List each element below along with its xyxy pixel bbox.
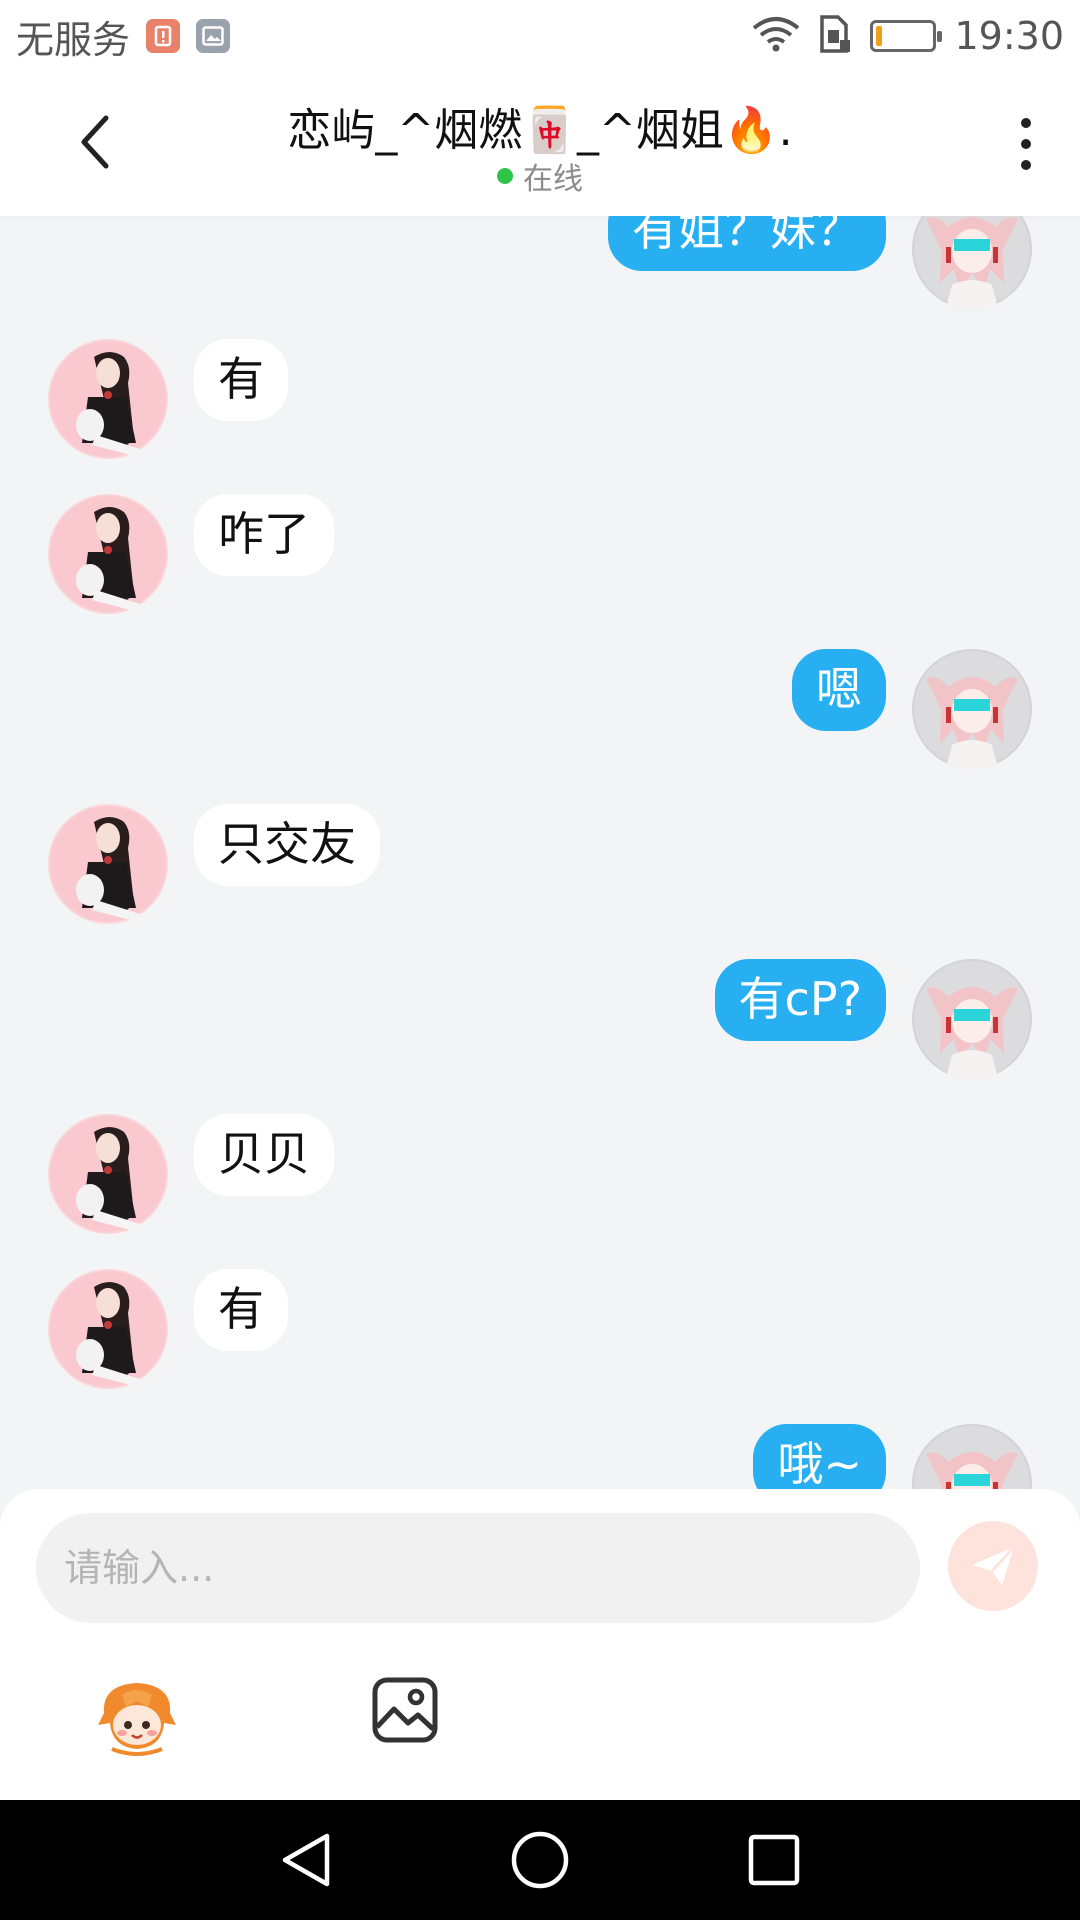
message-bubble[interactable]: 有姐？妹？ [608, 216, 886, 271]
my-avatar[interactable] [912, 1424, 1032, 1489]
status-time: 19:30 [954, 14, 1064, 58]
contact-avatar[interactable] [48, 494, 168, 614]
message-incoming: 有 [48, 1269, 288, 1389]
contact-name: 恋屿_^烟燃🀄_^烟姐🔥. [287, 105, 793, 156]
system-navigation-bar [0, 1800, 1080, 1920]
message-bubble[interactable]: 有 [194, 339, 288, 421]
message-bubble[interactable]: 嗯 [792, 649, 886, 731]
send-button[interactable] [948, 1521, 1038, 1611]
contact-avatar[interactable] [48, 339, 168, 459]
message-incoming: 咋了 [48, 494, 334, 614]
message-outgoing: 嗯 [792, 649, 1032, 769]
message-incoming: 有 [48, 339, 288, 459]
image-icon [372, 1677, 438, 1743]
message-incoming: 只交友 [48, 804, 380, 924]
message-bubble[interactable]: 有cP? [714, 959, 886, 1041]
battery-icon [870, 20, 943, 52]
message-outgoing: 有姐？妹？ [608, 216, 1032, 309]
message-outgoing: 哦~ [753, 1424, 1032, 1489]
image-button[interactable] [370, 1675, 440, 1745]
chat-screen: 无服务 19:30 恋屿_^烟燃🀄_^烟姐🔥. 在线 有姐？妹？ 有 咋了 嗯 … [0, 0, 1080, 1920]
message-bubble[interactable]: 只交友 [194, 804, 380, 886]
message-bubble[interactable]: 咋了 [194, 494, 334, 576]
online-status-label: 在线 [523, 162, 583, 197]
nav-recents-icon [748, 1834, 800, 1886]
contact-avatar[interactable] [48, 1114, 168, 1234]
online-dot-icon [497, 168, 513, 184]
message-input[interactable] [36, 1513, 920, 1623]
emoji-button[interactable] [92, 1673, 182, 1763]
message-composer [0, 1489, 1080, 1800]
status-bar: 无服务 19:30 [0, 0, 1080, 72]
nav-back-icon [282, 1833, 330, 1887]
message-bubble[interactable]: 哦~ [753, 1424, 886, 1489]
message-bubble[interactable]: 贝贝 [194, 1114, 334, 1196]
nav-home-icon [511, 1831, 569, 1889]
emoji-mascot-icon [98, 1683, 176, 1756]
message-outgoing: 有cP? [714, 959, 1032, 1079]
more-options-button[interactable] [1006, 112, 1046, 176]
contact-avatar[interactable] [48, 804, 168, 924]
my-avatar[interactable] [912, 216, 1032, 309]
wifi-icon [752, 16, 800, 56]
message-incoming: 贝贝 [48, 1114, 334, 1234]
sim-card-icon [818, 14, 852, 58]
chat-header: 恋屿_^烟燃🀄_^烟姐🔥. 在线 [0, 72, 1080, 216]
message-bubble[interactable]: 有 [194, 1269, 288, 1351]
sim-alert-icon [146, 19, 181, 53]
online-status: 在线 [0, 154, 1080, 198]
contact-avatar[interactable] [48, 1269, 168, 1389]
image-notification-icon [196, 19, 231, 53]
my-avatar[interactable] [912, 959, 1032, 1079]
nav-recents-button[interactable] [742, 1828, 806, 1892]
message-list[interactable]: 有姐？妹？ 有 咋了 嗯 只交友 有cP? 贝贝 有 哦~ [0, 216, 1080, 1489]
carrier-label: 无服务 [16, 17, 131, 62]
more-vertical-icon [1021, 118, 1031, 128]
send-icon [972, 1545, 1016, 1585]
nav-back-button[interactable] [274, 1828, 338, 1892]
nav-home-button[interactable] [508, 1828, 572, 1892]
my-avatar[interactable] [912, 649, 1032, 769]
